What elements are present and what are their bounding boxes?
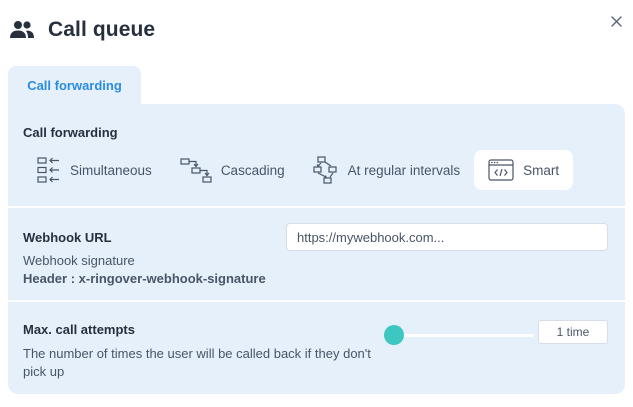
option-label: Smart bbox=[523, 162, 560, 178]
webhook-title: Webhook URL bbox=[23, 230, 112, 245]
option-label: Cascading bbox=[220, 162, 285, 178]
max-attempts-description: The number of times the user will be cal… bbox=[23, 346, 371, 379]
attempts-value-badge: 1 time bbox=[538, 320, 608, 344]
close-button[interactable] bbox=[607, 12, 625, 30]
max-attempts-slider[interactable] bbox=[384, 325, 534, 345]
forwarding-options: Simultaneous Cascading At regular interv… bbox=[23, 150, 574, 190]
simultaneous-icon bbox=[37, 156, 61, 184]
option-label: Simultaneous bbox=[70, 162, 152, 178]
max-attempts-section: Max. call attempts The number of times t… bbox=[8, 302, 625, 394]
settings-panel: Call forwarding Simultaneous Cascading A… bbox=[8, 104, 625, 394]
regular-intervals-icon bbox=[313, 156, 339, 184]
call-forwarding-section: Call forwarding Simultaneous Cascading A… bbox=[8, 104, 625, 206]
dialog-header: Call queue bbox=[8, 14, 155, 46]
webhook-signature-label: Webhook signature bbox=[23, 253, 135, 268]
webhook-section: Webhook URL Webhook signature Header : x… bbox=[8, 208, 625, 300]
option-label: At regular intervals bbox=[347, 162, 461, 178]
option-regular-intervals[interactable]: At regular intervals bbox=[299, 150, 475, 190]
option-smart[interactable]: Smart bbox=[474, 150, 574, 190]
close-icon bbox=[610, 15, 622, 27]
code-window-icon bbox=[488, 159, 514, 181]
call-forwarding-title: Call forwarding bbox=[23, 125, 118, 140]
webhook-header-label: Header : x-ringover-webhook-signature bbox=[23, 271, 266, 286]
page-title: Call queue bbox=[48, 18, 156, 41]
max-attempts-title: Max. call attempts bbox=[23, 322, 135, 337]
people-icon bbox=[8, 19, 36, 41]
tab-call-forwarding[interactable]: Call forwarding bbox=[8, 66, 141, 105]
tab-label: Call forwarding bbox=[27, 78, 122, 93]
slider-thumb[interactable] bbox=[384, 325, 404, 345]
option-cascading[interactable]: Cascading bbox=[166, 150, 299, 190]
webhook-url-input[interactable] bbox=[286, 223, 608, 251]
option-simultaneous[interactable]: Simultaneous bbox=[23, 150, 166, 190]
cascading-icon bbox=[180, 156, 212, 184]
slider-track bbox=[392, 334, 534, 337]
